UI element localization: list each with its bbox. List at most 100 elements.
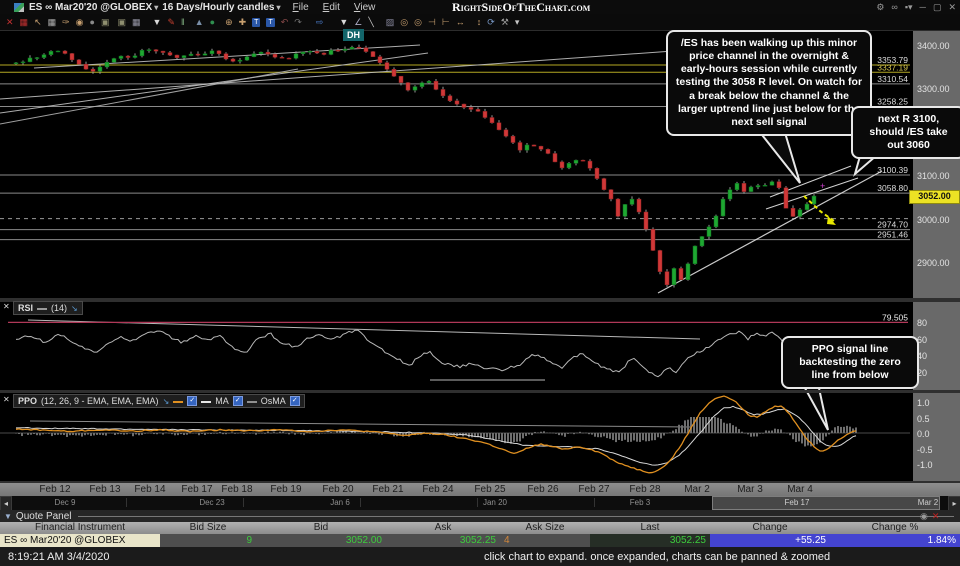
- date-label: Mar 3: [737, 484, 763, 495]
- menu-view[interactable]: View: [354, 2, 376, 13]
- grid-tool-icon[interactable]: ▦: [48, 15, 57, 30]
- zoom-in-icon[interactable]: ◎: [400, 15, 408, 30]
- quote-col-header[interactable]: Bid Size: [160, 522, 256, 534]
- candles-tool-icon[interactable]: ‖: [181, 15, 185, 30]
- date-label: Feb 19: [270, 484, 302, 495]
- pin-icon[interactable]: ▪▾: [905, 2, 913, 13]
- quote-table-header[interactable]: Financial Instrument Bid Size Bid Ask Ask Si…: [0, 522, 960, 534]
- quote-table-row[interactable]: ES ∞ Mar20'20 @GLOBEX 9 3052.00 3052.25 4 305…: [0, 534, 960, 547]
- quote-cell[interactable]: 9: [160, 534, 256, 547]
- ppo-header[interactable]: PPO (12, 26, 9 - EMA, EMA, EMA) ↘ ✓ MA ✓ Os…: [13, 394, 305, 408]
- hatch-tool-icon[interactable]: ▨: [386, 15, 395, 30]
- chart-rsi-divider[interactable]: [0, 298, 960, 302]
- refresh-icon[interactable]: ⟳: [487, 15, 495, 30]
- pencil-tool-icon[interactable]: ✎: [167, 15, 175, 30]
- quote-col-header[interactable]: Last: [590, 522, 710, 534]
- quote-panel-titlebar[interactable]: ▼ Quote Panel: [0, 510, 960, 522]
- redo-icon[interactable]: ↷: [294, 15, 302, 30]
- more-caret-icon[interactable]: ▾: [515, 15, 520, 30]
- sphere-icon[interactable]: ●: [90, 15, 95, 30]
- dropdown-triangle-icon[interactable]: ▼: [153, 15, 162, 30]
- quote-cell[interactable]: 3052.25: [386, 534, 500, 547]
- symbol-selector[interactable]: ES ∞ Mar20'20 @GLOBEX: [29, 2, 152, 13]
- ppo-legend-checkbox-0[interactable]: ✓: [187, 396, 198, 406]
- quote-cell[interactable]: 1.84%: [830, 534, 960, 547]
- quote-col-header[interactable]: Bid: [256, 522, 386, 534]
- rsi-header[interactable]: RSI (14) ↘: [13, 301, 83, 315]
- triangle-tool-icon[interactable]: ▲: [195, 15, 204, 30]
- timeframe-selector[interactable]: 16 Days/Hourly candles: [162, 2, 274, 13]
- ppo-callout[interactable]: PPO signal line backtesting the zero lin…: [781, 336, 919, 390]
- filter-triangle-icon[interactable]: ▼: [339, 15, 348, 30]
- date-axis[interactable]: Feb 12 Feb 13 Feb 14 Feb 17 Feb 18 Feb 19 Feb …: [0, 483, 960, 496]
- expand-left-icon[interactable]: ⊣: [428, 15, 436, 30]
- image-icon[interactable]: ▣: [101, 15, 110, 30]
- pointer-tool-icon[interactable]: ↖: [34, 15, 42, 30]
- dock-grid-icon[interactable]: ▦: [20, 15, 29, 30]
- scroll-left-button[interactable]: ◂: [0, 496, 12, 511]
- layout-grid-icon[interactable]: ▦: [132, 15, 141, 30]
- arrow-tool-icon[interactable]: ⇨: [316, 15, 324, 30]
- zoom-out-icon[interactable]: ◎: [414, 15, 422, 30]
- expand-right-icon[interactable]: ⊢: [442, 15, 450, 30]
- quote-col-header[interactable]: Ask Size: [500, 522, 590, 534]
- close-panel-icon[interactable]: ✕: [932, 511, 940, 522]
- close-icon[interactable]: ✕: [948, 2, 956, 13]
- rsi-close-icon[interactable]: ✕: [3, 302, 10, 311]
- quote-col-header[interactable]: Change %: [830, 522, 960, 534]
- next-resistance-callout[interactable]: next R 3100, should /ES take out 3060: [851, 106, 960, 160]
- app-icon: [14, 2, 24, 12]
- channel-callout[interactable]: /ES has been walking up this minor price…: [666, 30, 872, 136]
- quote-cell[interactable]: ES ∞ Mar20'20 @GLOBEX: [0, 534, 160, 547]
- angle-tool-icon[interactable]: ∠: [354, 15, 362, 30]
- globe-icon[interactable]: ●: [210, 15, 215, 30]
- ppo-legend-checkbox-2[interactable]: ✓: [289, 396, 300, 406]
- ppo-tick: 1.0: [917, 398, 930, 408]
- rsi-ppo-divider[interactable]: [0, 390, 960, 393]
- image-alt-icon[interactable]: ▣: [117, 15, 126, 30]
- svg-text:2974.70: 2974.70: [877, 220, 908, 230]
- rsi-cursor-icon[interactable]: ↘: [71, 304, 78, 313]
- quote-col-header[interactable]: Financial Instrument: [0, 522, 160, 534]
- collapse-triangle-icon[interactable]: ▼: [4, 512, 12, 521]
- measure-tool-icon[interactable]: ✚: [239, 15, 247, 30]
- text-note-tool-icon[interactable]: T: [266, 17, 275, 27]
- quote-col-header[interactable]: Change: [710, 522, 830, 534]
- settings-gear-icon[interactable]: ⚙: [876, 2, 884, 13]
- price-axis[interactable]: 3052.00 3400.003300.003200.003100.003000…: [909, 30, 960, 483]
- price-tick: 3000.00: [917, 214, 950, 225]
- quote-panel-title: Quote Panel: [15, 510, 72, 522]
- scrollbar-divider: [360, 498, 361, 507]
- ppo-cursor-icon[interactable]: ↘: [163, 397, 170, 406]
- scrollbar-divider: [477, 498, 478, 507]
- menu-edit[interactable]: Edit: [323, 2, 340, 13]
- quote-cell[interactable]: 3052.00: [256, 534, 386, 547]
- date-label: Feb 24: [422, 484, 454, 495]
- quote-col-header[interactable]: Ask: [386, 522, 500, 534]
- ppo-tick: -0.5: [917, 444, 933, 455]
- trendline-tool-icon[interactable]: ╲: [368, 15, 373, 30]
- pan-globe-icon[interactable]: ◉: [920, 511, 928, 522]
- price-tick: 2900.00: [917, 258, 950, 268]
- close-chart-icon[interactable]: ✕: [6, 15, 14, 30]
- draw-ellipse-icon[interactable]: ◉: [76, 15, 84, 30]
- timeframe-caret-icon[interactable]: ▾: [277, 3, 281, 12]
- quote-cell[interactable]: 3052.25: [590, 534, 710, 547]
- restore-icon[interactable]: ▢: [933, 2, 942, 13]
- quote-cell[interactable]: 4: [500, 534, 590, 547]
- split-horizontal-icon[interactable]: ↔: [456, 15, 465, 30]
- text-tool-icon[interactable]: T: [252, 17, 261, 27]
- link-icon[interactable]: ∞: [891, 2, 897, 12]
- ppo-close-icon[interactable]: ✕: [3, 395, 10, 404]
- stamp-tool-icon[interactable]: ✑: [62, 15, 70, 30]
- ppo-legend-checkbox-1[interactable]: ✓: [232, 396, 243, 406]
- wrench-icon[interactable]: ⚒: [501, 15, 509, 30]
- minimize-icon[interactable]: ─: [920, 2, 926, 12]
- split-vertical-icon[interactable]: ↕: [477, 15, 482, 30]
- time-scrollbar[interactable]: ◂ ▸ Dec 9 Dec 23 Jan 6 Jan 20 Feb 3 Feb 17 Mar…: [0, 496, 960, 511]
- menu-file[interactable]: File: [293, 2, 309, 13]
- undo-icon[interactable]: ↶: [281, 15, 289, 30]
- quote-cell[interactable]: +55.25: [710, 534, 830, 547]
- symbol-caret-icon[interactable]: ▾: [154, 3, 158, 12]
- crosshair-tool-icon[interactable]: ⊕: [225, 15, 233, 30]
